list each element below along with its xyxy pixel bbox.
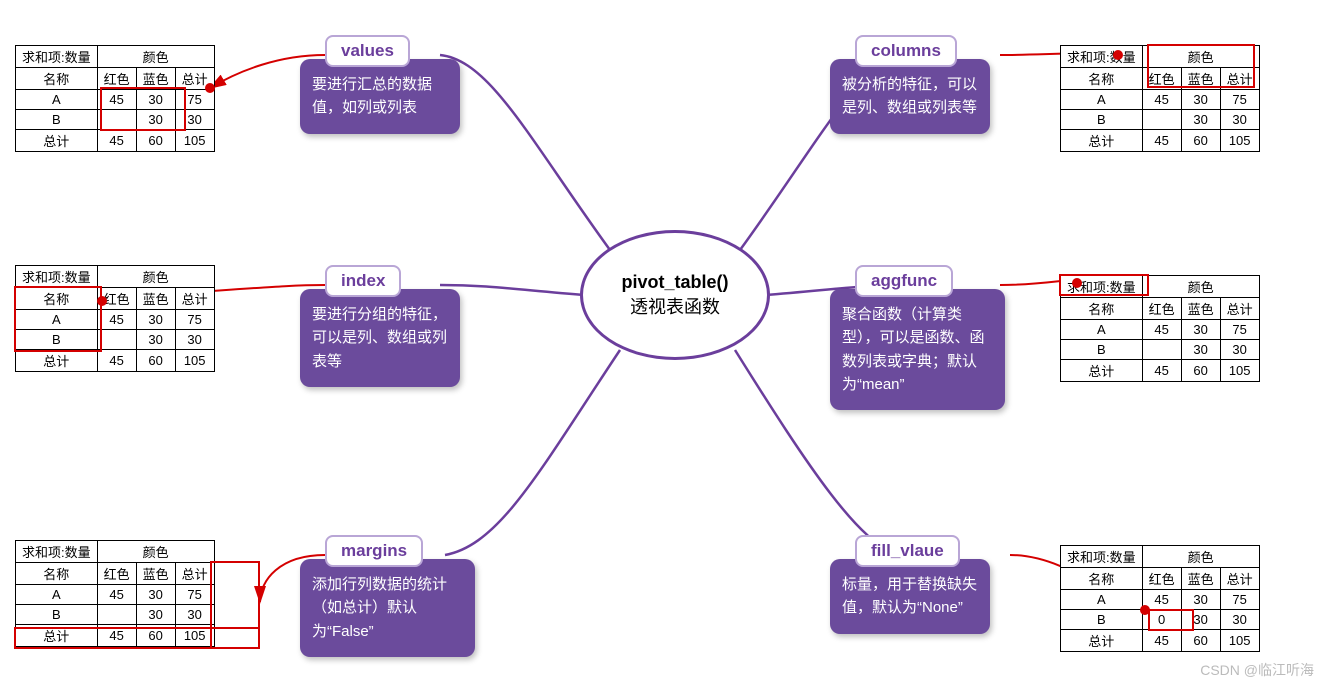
- watermark: CSDN @临江听海: [1200, 660, 1314, 680]
- dot-columns: [1113, 50, 1123, 60]
- param-index-desc: 要进行分组的特征，可以是列、数组或列表等: [300, 289, 460, 387]
- param-index-label: index: [325, 265, 401, 297]
- table-fillvalue: 求和项:数量颜色 名称红色蓝色总计 A453075 B03030 总计45601…: [1060, 545, 1260, 652]
- param-values-desc: 要进行汇总的数据值，如列或列表: [300, 59, 460, 134]
- dot-aggfunc: [1072, 278, 1082, 288]
- param-columns-desc: 被分析的特征，可以是列、数组或列表等: [830, 59, 990, 134]
- dot-values: [205, 83, 215, 93]
- param-margins: margins 添加行列数据的统计（如总计）默认为“False”: [300, 535, 475, 657]
- param-values-label: values: [325, 35, 410, 67]
- param-margins-desc: 添加行列数据的统计（如总计）默认为“False”: [300, 559, 475, 657]
- center-title: pivot_table(): [621, 272, 728, 293]
- dot-index: [97, 296, 107, 306]
- dot-fillvalue: [1140, 605, 1150, 615]
- table-values: 求和项:数量颜色 名称红色蓝色总计 A453075 B3030 总计456010…: [15, 45, 215, 152]
- table-index: 求和项:数量颜色 名称红色蓝色总计 A453075 B3030 总计456010…: [15, 265, 215, 372]
- param-aggfunc-desc: 聚合函数（计算类型），可以是函数、函数列表或字典；默认为“mean”: [830, 289, 1005, 410]
- table-aggfunc: 求和项:数量颜色 名称红色蓝色总计 A453075 B3030 总计456010…: [1060, 275, 1260, 382]
- param-fillvalue-label: fill_vlaue: [855, 535, 960, 567]
- table-margins: 求和项:数量颜色 名称红色蓝色总计 A453075 B3030 总计456010…: [15, 540, 215, 647]
- table-columns: 求和项:数量颜色 名称红色蓝色总计 A453075 B3030 总计456010…: [1060, 45, 1260, 152]
- center-ellipse: pivot_table() 透视表函数: [580, 230, 770, 360]
- param-columns: columns 被分析的特征，可以是列、数组或列表等: [830, 35, 990, 134]
- param-fillvalue: fill_vlaue 标量，用于替换缺失值，默认为“None”: [830, 535, 990, 634]
- param-aggfunc: aggfunc 聚合函数（计算类型），可以是函数、函数列表或字典；默认为“mea…: [830, 265, 1005, 410]
- param-aggfunc-label: aggfunc: [855, 265, 953, 297]
- param-margins-label: margins: [325, 535, 423, 567]
- highlight-margins-col: [210, 561, 260, 649]
- param-columns-label: columns: [855, 35, 957, 67]
- param-values: values 要进行汇总的数据值，如列或列表: [300, 35, 460, 134]
- param-fillvalue-desc: 标量，用于替换缺失值，默认为“None”: [830, 559, 990, 634]
- param-index: index 要进行分组的特征，可以是列、数组或列表等: [300, 265, 460, 387]
- center-subtitle: 透视表函数: [630, 293, 720, 319]
